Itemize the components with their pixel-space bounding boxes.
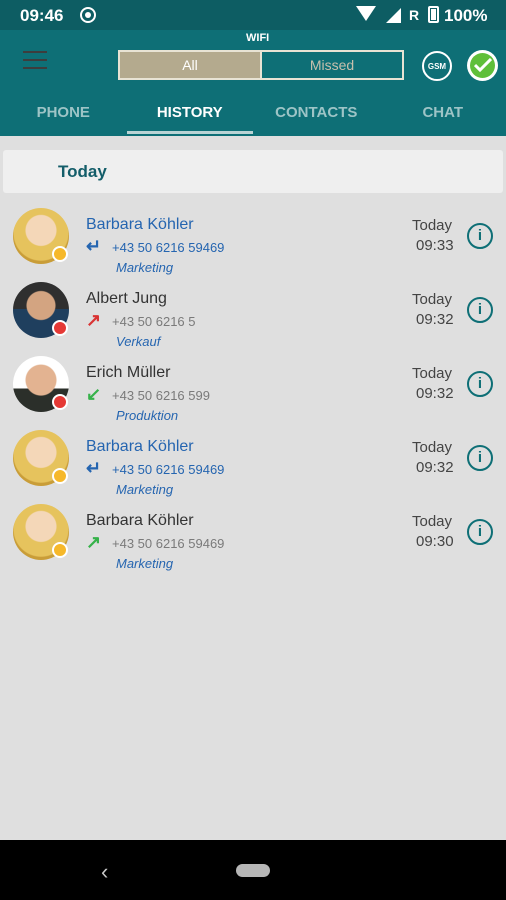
call-day: Today: [412, 365, 453, 382]
caller-department: Produktion: [116, 408, 179, 423]
call-time: 09:33: [416, 237, 454, 254]
caller-name: Barbara Köhler: [86, 438, 194, 455]
network-label: WIFI: [246, 32, 270, 44]
menu-icon[interactable]: [23, 51, 47, 71]
section-title: Today: [58, 162, 107, 181]
status-badge-icon: [52, 394, 68, 410]
info-icon[interactable]: i: [467, 223, 493, 249]
app-bar: WIFI All Missed GSM PHONE HISTORY CONTAC…: [0, 30, 506, 136]
cellular-signal-icon: [386, 8, 401, 23]
status-time: 09:46: [20, 6, 64, 25]
status-bar: 09:46 R 100%: [0, 0, 506, 30]
tab-chat[interactable]: CHAT: [380, 98, 506, 136]
call-filter: All Missed: [118, 50, 404, 80]
filter-missed-button[interactable]: Missed: [260, 52, 402, 78]
caller-department: Marketing: [116, 556, 174, 571]
call-day: Today: [412, 291, 453, 308]
presence-badge-icon: [52, 246, 68, 262]
wifi-signal-icon: [356, 6, 376, 21]
incoming-call-icon: ↙: [86, 384, 102, 404]
caller-department: Marketing: [116, 260, 174, 275]
call-time: 09:32: [416, 385, 454, 402]
outgoing-call-icon: ↗: [86, 310, 102, 330]
presence-badge-icon: [52, 468, 68, 484]
gsm-button[interactable]: GSM: [422, 51, 452, 81]
battery-icon: [428, 6, 439, 23]
back-icon[interactable]: ‹: [101, 859, 108, 885]
status-badge-icon: [52, 320, 68, 336]
roaming-indicator: R: [409, 7, 420, 23]
call-row[interactable]: Albert Jung ↗ +43 50 6216 5 Verkauf Toda…: [0, 282, 506, 356]
info-icon[interactable]: i: [467, 297, 493, 323]
caller-name: Albert Jung: [86, 290, 167, 307]
tab-phone[interactable]: PHONE: [0, 98, 127, 136]
caller-name: Erich Müller: [86, 364, 171, 381]
call-row[interactable]: Erich Müller ↙ +43 50 6216 599 Produktio…: [0, 356, 506, 430]
call-day: Today: [412, 513, 453, 530]
call-row[interactable]: Barbara Köhler ↵ +43 50 6216 59469 Marke…: [0, 208, 506, 282]
call-time: 09:32: [416, 311, 454, 328]
caller-department: Marketing: [116, 482, 174, 497]
section-header: Today: [3, 150, 503, 193]
info-icon[interactable]: i: [467, 445, 493, 471]
battery-percentage: 100%: [444, 6, 488, 25]
call-time: 09:30: [416, 533, 454, 550]
info-icon[interactable]: i: [467, 519, 493, 545]
tab-history[interactable]: HISTORY: [126, 98, 254, 136]
tab-bar: PHONE HISTORY CONTACTS CHAT: [0, 98, 506, 136]
caller-number: +43 50 6216 5: [112, 314, 196, 329]
call-day: Today: [412, 217, 453, 234]
caller-number: +43 50 6216 59469: [112, 462, 225, 477]
caller-department: Verkauf: [116, 334, 161, 349]
caller-name: Barbara Köhler: [86, 512, 194, 529]
call-row[interactable]: Barbara Köhler ↵ +43 50 6216 59469 Marke…: [0, 430, 506, 504]
call-row[interactable]: Barbara Köhler ↗ +43 50 6216 59469 Marke…: [0, 504, 506, 578]
caller-number: +43 50 6216 59469: [112, 536, 225, 551]
system-navigation-bar: ‹: [0, 840, 506, 900]
caller-number: +43 50 6216 59469: [112, 240, 225, 255]
tab-contacts[interactable]: CONTACTS: [253, 98, 380, 136]
connection-status-icon[interactable]: [467, 50, 498, 81]
forwarded-call-icon: ↵: [86, 458, 102, 478]
filter-all-button[interactable]: All: [120, 52, 260, 78]
sync-icon: [80, 7, 96, 23]
info-icon[interactable]: i: [467, 371, 493, 397]
call-time: 09:32: [416, 459, 454, 476]
outgoing-call-icon: ↗: [86, 532, 102, 552]
forwarded-call-icon: ↵: [86, 236, 102, 256]
home-icon[interactable]: [236, 864, 270, 877]
presence-badge-icon: [52, 542, 68, 558]
caller-name: Barbara Köhler: [86, 216, 194, 233]
caller-number: +43 50 6216 599: [112, 388, 210, 403]
call-day: Today: [412, 439, 453, 456]
